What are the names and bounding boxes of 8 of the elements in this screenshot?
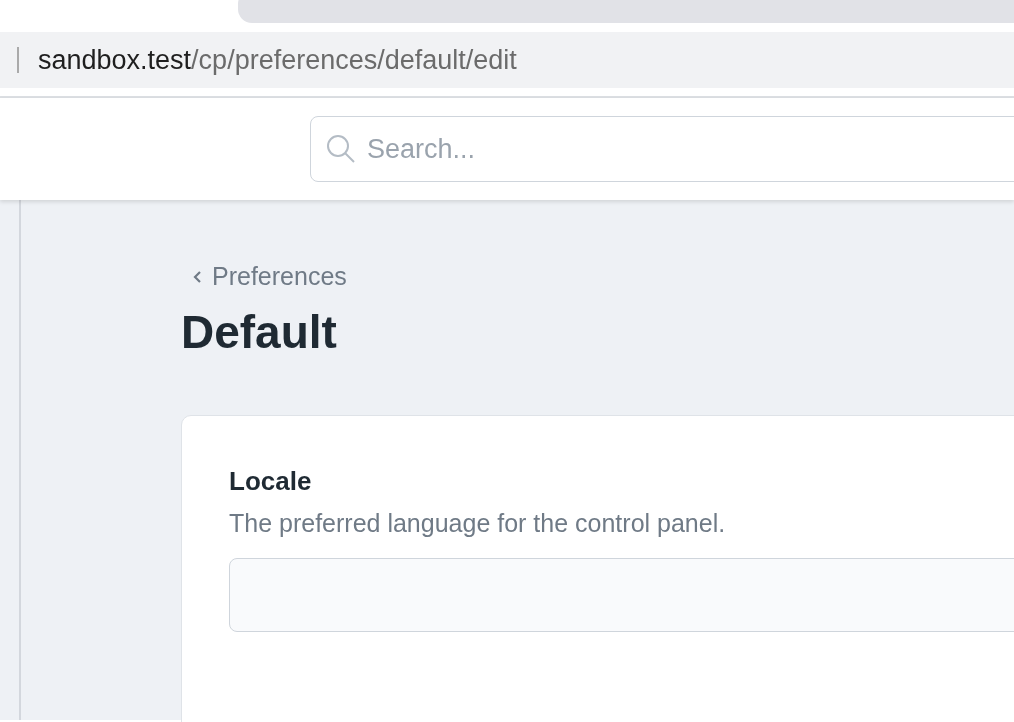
field-label: Locale (229, 466, 313, 497)
search-icon (326, 134, 356, 164)
input-field[interactable] (229, 558, 1014, 632)
chevron-left-icon (193, 269, 202, 284)
page-title: Default (181, 305, 338, 359)
field-description: The preferred language for the control panel. (229, 509, 727, 538)
search-field[interactable]: Search... (310, 116, 1014, 182)
breadcrumb-link[interactable]: Preferences (193, 262, 1014, 291)
